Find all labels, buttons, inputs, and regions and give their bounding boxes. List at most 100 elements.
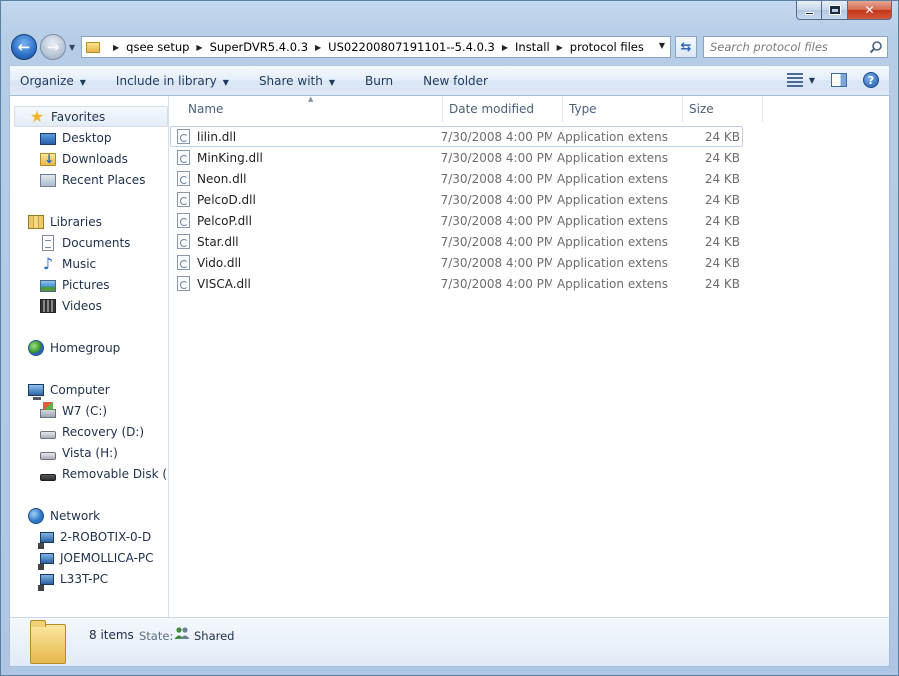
file-size: 24 KB bbox=[704, 276, 740, 291]
file-row[interactable]: Vido.dll 7/30/2008 4:00 PM Application e… bbox=[170, 252, 743, 273]
file-type: Application extens... bbox=[556, 192, 669, 207]
file-name: Vido.dll bbox=[197, 255, 242, 270]
file-list: ▲ Name Date modified Type Size lilin.dll … bbox=[170, 95, 889, 617]
breadcrumb-qsee-setup[interactable]: qsee setup bbox=[126, 40, 189, 54]
breadcrumb-separator-icon[interactable]: ▶ bbox=[557, 43, 563, 52]
file-rows: lilin.dll 7/30/2008 4:00 PM Application … bbox=[170, 126, 743, 294]
network-computer-icon bbox=[38, 553, 54, 570]
dll-file-icon bbox=[177, 192, 190, 207]
address-bar[interactable]: ▶ qsee setup ▶ SuperDVR5.4.0.3 ▶ US02200… bbox=[81, 36, 671, 58]
file-name: lilin.dll bbox=[197, 129, 237, 144]
file-size: 24 KB bbox=[704, 129, 740, 144]
breadcrumb-install[interactable]: Install bbox=[515, 40, 550, 54]
nav-downloads-label: Downloads bbox=[62, 151, 128, 166]
file-row[interactable]: PelcoP.dll 7/30/2008 4:00 PM Application… bbox=[170, 210, 743, 231]
include-in-library-label: Include in library bbox=[115, 73, 217, 88]
new-folder-button[interactable]: New folder bbox=[423, 74, 488, 88]
nav-documents[interactable]: Documents bbox=[10, 232, 130, 253]
maximize-button[interactable] bbox=[822, 1, 848, 20]
file-row[interactable]: PelcoD.dll 7/30/2008 4:00 PM Application… bbox=[170, 189, 743, 210]
minimize-button[interactable] bbox=[796, 1, 822, 20]
nav-network-pc-1[interactable]: 2-ROBOTIX-0-D bbox=[10, 526, 152, 549]
file-row[interactable]: Neon.dll 7/30/2008 4:00 PM Application e… bbox=[170, 168, 743, 189]
nav-documents-label: Documents bbox=[62, 235, 131, 250]
nav-drive-d[interactable]: Recovery (D:) bbox=[10, 421, 144, 442]
dll-file-icon bbox=[177, 276, 190, 291]
nav-drive-d-label: Recovery (D:) bbox=[62, 424, 145, 439]
nav-network-pc-2[interactable]: JOEMOLLICA-PC bbox=[10, 547, 154, 570]
back-button[interactable]: ← bbox=[11, 34, 37, 60]
network-icon bbox=[28, 507, 44, 524]
file-row[interactable]: VISCA.dll 7/30/2008 4:00 PM Application … bbox=[170, 273, 743, 294]
change-view-icon[interactable] bbox=[786, 73, 803, 87]
nav-drive-c[interactable]: W7 (C:) bbox=[10, 400, 107, 421]
column-header: ▲ Name Date modified Type Size bbox=[170, 95, 763, 122]
nav-pictures[interactable]: Pictures bbox=[10, 274, 110, 295]
nav-network-pc-1-label: 2-ROBOTIX-0-D bbox=[60, 529, 152, 544]
file-type: Application extens... bbox=[556, 276, 669, 291]
forward-button[interactable]: → bbox=[40, 34, 66, 60]
breadcrumb-separator-icon[interactable]: ▶ bbox=[502, 43, 508, 52]
file-row[interactable]: Star.dll 7/30/2008 4:00 PM Application e… bbox=[170, 231, 743, 252]
nav-homegroup[interactable]: Homegroup bbox=[10, 337, 120, 358]
column-date-modified[interactable]: Date modified bbox=[443, 96, 563, 122]
refresh-button[interactable]: ⇆ bbox=[675, 36, 697, 58]
file-name-cell: VISCA.dll bbox=[171, 276, 436, 291]
breadcrumb-protocol-files[interactable]: protocol files bbox=[570, 40, 644, 54]
navigation-pane: ★ Favorites Desktop Downloads Recent Plac… bbox=[10, 96, 169, 617]
breadcrumb-separator-icon[interactable]: ▶ bbox=[196, 43, 202, 52]
file-name: Neon.dll bbox=[197, 171, 247, 186]
search-icon[interactable] bbox=[869, 40, 883, 54]
breadcrumb-us-folder[interactable]: US02200807191101--5.4.0.3 bbox=[328, 40, 495, 54]
view-options-dropdown-icon[interactable]: ▼ bbox=[809, 76, 815, 85]
nav-favorites[interactable]: ★ Favorites bbox=[14, 106, 168, 127]
breadcrumb-superdvr[interactable]: SuperDVR5.4.0.3 bbox=[210, 40, 308, 54]
close-button[interactable]: ✕ bbox=[848, 1, 892, 20]
network-computer-icon bbox=[38, 574, 54, 591]
recent-pages-button[interactable]: ▼ bbox=[69, 43, 79, 52]
computer-icon bbox=[28, 384, 44, 400]
state-label: State: bbox=[139, 629, 174, 643]
search-box[interactable] bbox=[703, 36, 888, 58]
file-type: Application extens... bbox=[556, 213, 669, 228]
search-input[interactable] bbox=[710, 40, 860, 54]
dll-file-icon bbox=[177, 213, 190, 228]
folder-icon bbox=[30, 620, 66, 664]
column-name[interactable]: ▲ Name bbox=[170, 95, 443, 122]
dll-file-icon bbox=[177, 171, 190, 186]
file-size: 24 KB bbox=[704, 234, 740, 249]
file-row[interactable]: MinKing.dll 7/30/2008 4:00 PM Applicatio… bbox=[170, 147, 743, 168]
nav-drive-i[interactable]: Removable Disk (I:) bbox=[10, 463, 168, 484]
nav-network-pc-3-label: L33T-PC bbox=[60, 571, 109, 586]
file-row[interactable]: lilin.dll 7/30/2008 4:00 PM Application … bbox=[170, 126, 743, 147]
breadcrumb-separator-icon[interactable]: ▶ bbox=[113, 43, 119, 52]
hard-drive-icon bbox=[40, 451, 56, 460]
downloads-icon bbox=[40, 152, 56, 166]
include-in-library-button[interactable]: Include in library ▼ bbox=[116, 74, 229, 88]
share-with-button[interactable]: Share with ▼ bbox=[259, 74, 335, 88]
dll-file-icon bbox=[177, 150, 190, 165]
nav-recent-places[interactable]: Recent Places bbox=[10, 169, 145, 190]
nav-network[interactable]: Network bbox=[10, 505, 100, 526]
nav-pictures-label: Pictures bbox=[62, 277, 110, 292]
preview-pane-icon[interactable] bbox=[831, 73, 847, 87]
breadcrumb-separator-icon[interactable]: ▶ bbox=[315, 43, 321, 52]
column-type[interactable]: Type bbox=[563, 96, 683, 122]
column-size[interactable]: Size bbox=[683, 96, 763, 122]
file-name: PelcoP.dll bbox=[197, 213, 252, 228]
nav-videos[interactable]: Videos bbox=[10, 295, 102, 316]
nav-libraries[interactable]: Libraries bbox=[10, 211, 102, 232]
nav-drive-h[interactable]: Vista (H:) bbox=[10, 442, 118, 463]
explorer-window: ✕ ← → ▼ ▶ qsee setup ▶ SuperDVR5.4.0.3 ▶… bbox=[0, 0, 899, 676]
nav-music[interactable]: ♪ Music bbox=[10, 253, 96, 274]
help-icon[interactable]: ? bbox=[863, 72, 879, 88]
nav-computer[interactable]: Computer bbox=[10, 379, 110, 400]
burn-button[interactable]: Burn bbox=[365, 74, 393, 88]
organize-button[interactable]: Organize ▼ bbox=[20, 74, 86, 88]
folder-icon bbox=[86, 41, 100, 53]
address-dropdown-icon[interactable]: ▼ bbox=[659, 41, 665, 50]
nav-network-label: Network bbox=[50, 508, 101, 523]
nav-downloads[interactable]: Downloads bbox=[10, 148, 128, 169]
nav-network-pc-3[interactable]: L33T-PC bbox=[10, 568, 109, 591]
nav-desktop[interactable]: Desktop bbox=[10, 127, 112, 148]
